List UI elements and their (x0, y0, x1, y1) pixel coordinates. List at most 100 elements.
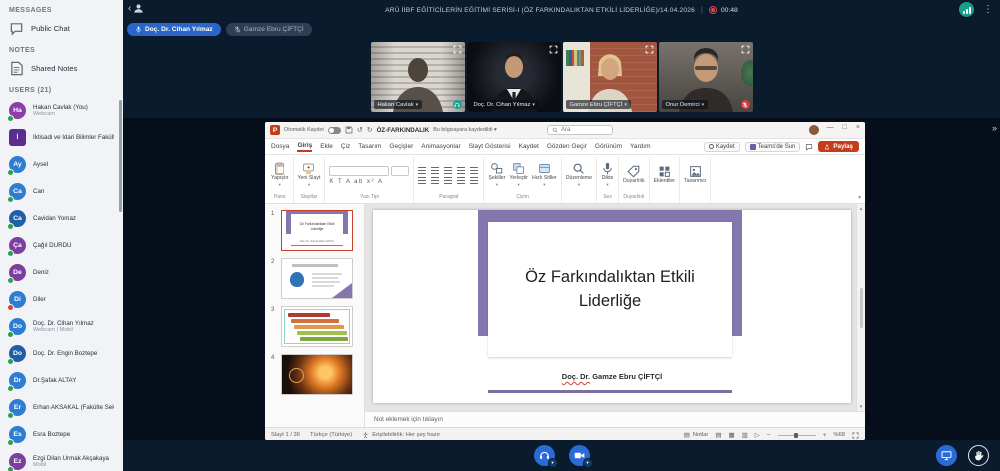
close-button[interactable]: × (856, 124, 860, 131)
connection-status-icon[interactable] (959, 2, 974, 17)
webcam-name-label[interactable]: Gamze Ebru ÇİFTÇİ▾ (566, 100, 631, 109)
user-list-item[interactable]: DoDoç. Dr. Cihan YılmazWebcam | Mobil (0, 313, 123, 340)
user-list-item[interactable]: DrDr.Şafak ALTAY (0, 367, 123, 394)
ribbon-tab[interactable]: Animasyonlar (421, 143, 460, 150)
paragraph-button[interactable] (444, 167, 452, 174)
comments-icon[interactable] (805, 143, 813, 151)
expand-panel-icon[interactable]: » (992, 123, 997, 133)
current-slide[interactable]: Öz Farkındalıktan Etkili Liderliğe Doç. … (373, 210, 851, 403)
zoom-slider-knob[interactable] (794, 433, 798, 438)
ribbon-button[interactable]: Hızlı Stiller▾ (532, 162, 557, 187)
paragraph-button[interactable] (457, 177, 465, 184)
maximize-button[interactable]: □ (843, 124, 847, 131)
ribbon-tab[interactable]: Çiz (341, 143, 350, 150)
talker-pill-active[interactable]: Doç. Dr. Cihan Yılmaz (127, 23, 221, 36)
slide-thumbnail-selected[interactable]: Öz Farkındalıktan Etkili Liderliğe Doç. … (281, 210, 353, 251)
ribbon-button[interactable]: Duyarlılık (623, 165, 645, 184)
undo-icon[interactable]: ↺ (357, 127, 363, 134)
user-list-item[interactable]: AyAysel (0, 151, 123, 178)
sidebar-item-public-chat[interactable]: Public Chat (0, 17, 123, 40)
search-input[interactable]: Ara (547, 125, 613, 135)
collapse-userlist-button[interactable]: ‹ (128, 3, 144, 14)
slide-thumbnail-row[interactable]: 2 (265, 258, 364, 299)
fit-slide-icon[interactable] (852, 432, 859, 439)
notes-toggle-button[interactable]: ▤Notlar (684, 431, 709, 439)
webcam-tile[interactable]: Hakan Cavlak▾ (371, 42, 465, 112)
slide-counter[interactable]: Slayt 1 / 36 (271, 432, 300, 438)
slide-thumbnail[interactable] (281, 306, 353, 347)
fullscreen-icon[interactable] (741, 45, 750, 54)
ribbon-tab[interactable]: Tasarım (358, 143, 381, 150)
ribbon-tab[interactable]: Ekle (320, 143, 333, 150)
save-icon[interactable] (345, 126, 353, 134)
sidebar-item-shared-notes[interactable]: Shared Notes (0, 57, 123, 80)
user-list-item[interactable]: HaHakan Cavlak (You)Webcam (0, 97, 123, 124)
paragraph-button[interactable] (470, 167, 478, 174)
fullscreen-icon[interactable] (549, 45, 558, 54)
saved-status[interactable]: Bu bilgisayara kaydedildi ▾ (433, 127, 497, 133)
talker-pill-muted[interactable]: Gamze Ebru ÇİFTÇİ (226, 23, 312, 36)
ribbon-button[interactable]: Şekiller▾ (488, 162, 505, 187)
paragraph-button[interactable] (418, 167, 426, 174)
ribbon-button[interactable]: Yerleştir▾ (509, 162, 528, 187)
slide-author[interactable]: Doç. Dr. Gamze Ebru ÇİFTÇİ (373, 372, 851, 381)
webcam-name-label[interactable]: Doç. Dr. Cihan Yılmaz▾ (470, 100, 539, 109)
paragraph-button[interactable] (431, 167, 439, 174)
slide-thumbnail-row[interactable]: 1 Öz Farkındalıktan Etkili Liderliğe Doç… (265, 210, 364, 251)
share-button[interactable]: Paylaş (818, 141, 859, 152)
reading-view-button[interactable]: ▥ (742, 431, 748, 439)
ribbon-tab[interactable]: Görünüm (595, 143, 622, 150)
camera-options-badge[interactable]: ▾ (583, 458, 593, 468)
paragraph-button[interactable] (470, 177, 478, 184)
slide-sorter-view-button[interactable]: ▦ (728, 431, 734, 439)
slide-thumbnail[interactable] (281, 258, 353, 299)
accessibility-status[interactable]: Erişilebilirlik: Her şey hazır (362, 432, 440, 439)
slideshow-button[interactable]: ▷ (755, 431, 760, 439)
ribbon-button[interactable]: Yeni Slayt▾ (298, 162, 321, 187)
zoom-slider[interactable] (778, 435, 816, 436)
language-status[interactable]: Türkçe (Türkiye) (310, 432, 352, 438)
users-scrollbar[interactable] (119, 100, 122, 212)
minimize-button[interactable]: — (827, 124, 834, 131)
audio-button[interactable]: ▾ (534, 445, 555, 466)
options-menu-button[interactable]: ⋮ (983, 5, 993, 15)
slide-title-box[interactable]: Öz Farkındalıktan Etkili Liderliğe (488, 222, 732, 357)
ribbon-tab[interactable]: Slayt Gösterisi (469, 143, 511, 150)
user-list-item[interactable]: DeDeniz (0, 259, 123, 286)
redo-icon[interactable]: ↻ (367, 127, 373, 134)
font-controls[interactable]: K T A ab x² A (329, 166, 409, 185)
user-list-item[interactable]: ÇaÇağıl DURDU (0, 232, 123, 259)
zoom-in-button[interactable]: + (823, 432, 827, 439)
ribbon-tab[interactable]: Gözden Geçir (547, 143, 587, 150)
zoom-out-button[interactable]: − (767, 432, 771, 439)
zoom-level[interactable]: %68 (833, 432, 845, 438)
user-list-item[interactable]: CaCavidan Yomaz (0, 205, 123, 232)
autosave-toggle[interactable] (328, 127, 341, 134)
audio-options-badge[interactable]: ▾ (548, 458, 558, 468)
user-list-item[interactable]: EsEsra Boztepe (0, 421, 123, 448)
ribbon-button[interactable]: Tasarımcı (684, 165, 706, 184)
webcam-tile[interactable]: Gamze Ebru ÇİFTÇİ▾ (563, 42, 657, 112)
ribbon-button[interactable]: Eklentiler (654, 165, 675, 184)
ribbon-button[interactable]: Dikte▾ (601, 162, 614, 187)
webcam-tile[interactable]: Onur Demirci▾ (659, 42, 753, 112)
paragraph-button[interactable] (457, 167, 465, 174)
filename[interactable]: ÖZ-FARKINDALIK (377, 127, 430, 134)
user-list-item[interactable]: CaCan (0, 178, 123, 205)
slide-thumbnail[interactable] (281, 354, 353, 395)
ribbon-tab[interactable]: Yardım (630, 143, 650, 150)
ribbon-button[interactable]: Düzenleme▾ (566, 162, 592, 187)
notes-pane[interactable]: Not eklemek için tıklayın (365, 411, 865, 427)
ribbon-tab[interactable]: Geçişler (389, 143, 413, 150)
ribbon-tab[interactable]: Dosya (271, 143, 289, 150)
ribbon-tab[interactable]: Giriş (297, 142, 312, 152)
webcam-tile-active-speaker[interactable]: Doç. Dr. Cihan Yılmaz▾ (467, 42, 561, 112)
font-style-buttons[interactable]: K T A ab x² A (329, 179, 409, 185)
screenshare-button[interactable] (936, 445, 957, 466)
fullscreen-icon[interactable] (453, 45, 462, 54)
slide-thumbnail-row[interactable]: 4 (265, 354, 364, 395)
user-list-item[interactable]: İİktisadi ve İdari Bilimler Fakültesi (0, 124, 123, 151)
camera-button[interactable]: ▾ (569, 445, 590, 466)
ribbon-tab[interactable]: Kaydet (519, 143, 539, 150)
scroll-up-icon[interactable]: ▲ (859, 206, 863, 211)
